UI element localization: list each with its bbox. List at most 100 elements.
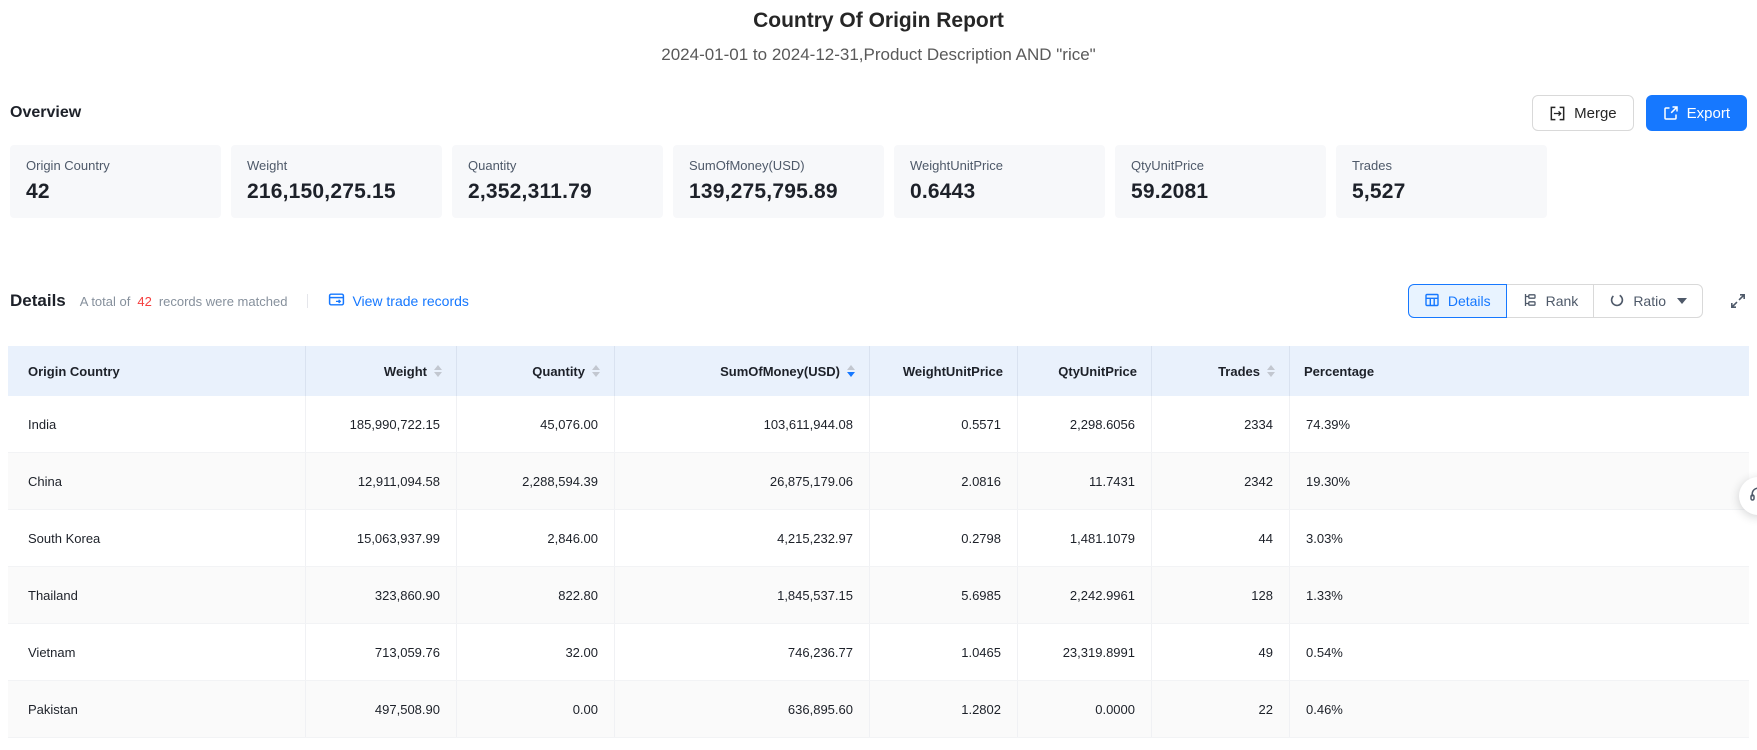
sort-carets-icon (1267, 365, 1275, 377)
view-trade-records-link[interactable]: View trade records (328, 291, 469, 311)
cell-weight: 12,911,094.58 (306, 453, 457, 509)
cell-sumofmoney-usd: 636,895.60 (615, 681, 870, 737)
overview-card: Quantity 2,352,311.79 (452, 145, 663, 218)
cell-qtyunitprice: 2,242.9961 (1018, 567, 1152, 623)
cell-weightunitprice: 0.5571 (870, 396, 1018, 452)
cell-percentage: 0.54% (1306, 644, 1343, 660)
column-header-weight[interactable]: Weight (306, 346, 457, 396)
table-header-row: Origin Country Weight Quantity SumOfMoney(U… (8, 346, 1749, 396)
card-label: QtyUnitPrice (1131, 158, 1204, 173)
merge-button-label: Merge (1574, 104, 1617, 122)
export-button[interactable]: Export (1645, 95, 1747, 131)
cell-qtyunitprice: 11.7431 (1018, 453, 1152, 509)
cell-qtyunitprice: 1,481.1079 (1018, 510, 1152, 566)
column-header-origin-country: Origin Country (8, 346, 306, 396)
tab-rank[interactable]: Rank (1505, 284, 1595, 318)
cell-percentage: 74.39% (1306, 416, 1351, 432)
cell-weight: 713,059.76 (306, 624, 457, 680)
column-label: Quantity (532, 363, 585, 379)
cell-sumofmoney-usd: 103,611,944.08 (615, 396, 870, 452)
card-label: WeightUnitPrice (910, 158, 1003, 173)
cell-trades: 128 (1152, 567, 1290, 623)
column-label: Trades (1218, 363, 1260, 379)
column-header-qtyunitprice: QtyUnitPrice (1018, 346, 1152, 396)
tab-details-label: Details (1447, 293, 1491, 309)
view-mode-tabs: Details Rank Ratio (1407, 284, 1703, 318)
column-label: SumOfMoney(USD) (720, 363, 840, 379)
card-label: Weight (247, 158, 288, 173)
chevron-down-icon (1677, 298, 1687, 304)
card-value: 42 (26, 180, 50, 203)
cell-qtyunitprice: 2,298.6056 (1018, 396, 1152, 452)
card-label: Quantity (468, 158, 517, 173)
cell-origin-country: China (8, 453, 306, 509)
overview-heading: Overview (10, 104, 82, 121)
card-value: 139,275,795.89 (689, 180, 838, 203)
merge-cells-icon (1549, 105, 1566, 122)
tab-ratio-label: Ratio (1633, 293, 1666, 309)
page-subtitle: 2024-01-01 to 2024-12-31,Product Descrip… (661, 45, 1096, 64)
overview-card: Origin Country 42 (10, 145, 221, 218)
card-value: 0.6443 (910, 180, 976, 203)
tab-rank-label: Rank (1545, 293, 1579, 309)
cell-quantity: 2,288,594.39 (457, 453, 615, 509)
overview-header-row: Overview Merge Export (10, 95, 1747, 131)
card-value: 216,150,275.15 (247, 180, 396, 203)
table-grid-icon (1424, 292, 1440, 311)
sort-carets-icon (847, 365, 855, 377)
card-label: Trades (1352, 158, 1392, 173)
column-header-quantity[interactable]: Quantity (457, 346, 615, 396)
cell-trades: 49 (1152, 624, 1290, 680)
column-header-sumofmoney-usd[interactable]: SumOfMoney(USD) (615, 346, 870, 396)
cell-quantity: 45,076.00 (457, 396, 615, 452)
cell-weightunitprice: 1.2802 (870, 681, 1018, 737)
overview-card: WeightUnitPrice 0.6443 (894, 145, 1105, 218)
country-of-origin-report-page: Country Of Origin Report 2024-01-01 to 2… (0, 0, 1757, 750)
cell-sumofmoney-usd: 26,875,179.06 (615, 453, 870, 509)
rank-icon (1522, 292, 1538, 311)
column-label: QtyUnitPrice (1058, 363, 1137, 379)
table-row: Vietnam 713,059.76 32.00 746,236.77 1.0465 23… (8, 624, 1749, 681)
details-table: Origin Country Weight Quantity SumOfMoney(U… (8, 346, 1749, 738)
cell-trades: 44 (1152, 510, 1290, 566)
overview-actions: Merge Export (1532, 95, 1747, 131)
cell-percentage: 1.33% (1306, 587, 1343, 603)
cell-origin-country: South Korea (8, 510, 306, 566)
cell-sumofmoney-usd: 746,236.77 (615, 624, 870, 680)
matched-suffix: records were matched (158, 293, 288, 309)
fullscreen-icon[interactable] (1729, 292, 1747, 310)
cell-quantity: 32.00 (457, 624, 615, 680)
cell-origin-country: Pakistan (8, 681, 306, 737)
export-button-label: Export (1686, 104, 1730, 122)
table-row: India 185,990,722.15 45,076.00 103,611,944.… (8, 396, 1749, 453)
vertical-divider (307, 294, 309, 308)
cell-origin-country: Thailand (8, 567, 306, 623)
cell-weight: 497,508.90 (306, 681, 457, 737)
matched-records-text: A total of 42 records were matched (80, 294, 288, 309)
cell-weight: 185,990,722.15 (306, 396, 457, 452)
card-value: 2,352,311.79 (468, 180, 592, 203)
cell-qtyunitprice: 0.0000 (1018, 681, 1152, 737)
cell-weightunitprice: 1.0465 (870, 624, 1018, 680)
column-header-percentage: Percentage (1290, 346, 1749, 396)
merge-button[interactable]: Merge (1532, 95, 1634, 131)
sort-carets-icon (592, 365, 600, 377)
column-label: Origin Country (28, 363, 120, 379)
details-header-row: Details A total of 42 records were match… (10, 282, 1747, 320)
overview-card: Weight 216,150,275.15 (231, 145, 442, 218)
overview-card: QtyUnitPrice 59.2081 (1115, 145, 1326, 218)
details-heading: Details (10, 291, 66, 310)
column-header-trades[interactable]: Trades (1152, 346, 1290, 396)
matched-count: 42 (137, 293, 152, 309)
cell-sumofmoney-usd: 4,215,232.97 (615, 510, 870, 566)
cell-weight: 15,063,937.99 (306, 510, 457, 566)
tab-ratio[interactable]: Ratio (1593, 284, 1703, 318)
overview-cards: Origin Country 42 Weight 216,150,275.15 … (10, 145, 1747, 218)
cell-weightunitprice: 5.6985 (870, 567, 1018, 623)
headset-icon (1748, 484, 1757, 509)
cell-origin-country: Vietnam (8, 624, 306, 680)
column-label: Weight (383, 363, 427, 379)
cell-percentage: 19.30% (1306, 473, 1351, 489)
sort-carets-icon (434, 365, 442, 377)
tab-details[interactable]: Details (1407, 284, 1507, 318)
